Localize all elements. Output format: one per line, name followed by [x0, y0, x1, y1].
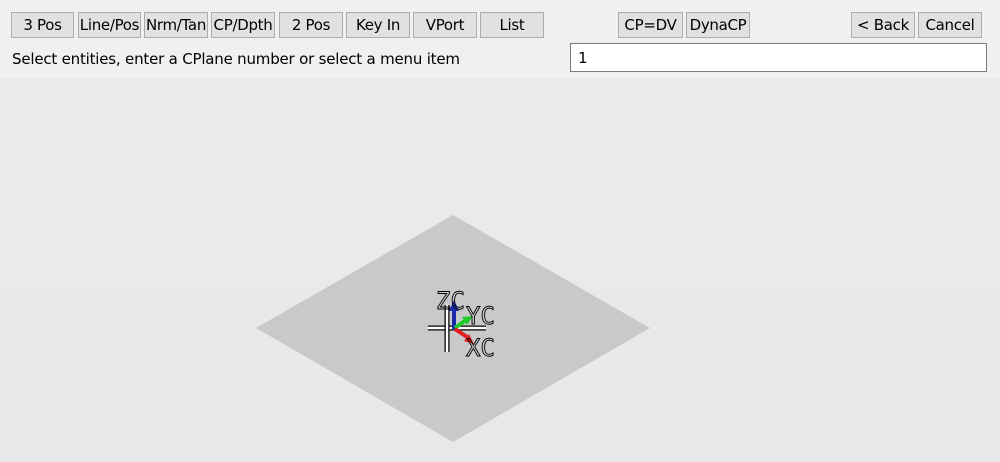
cp-dpth-button[interactable]: CP/Dpth	[211, 12, 275, 38]
nrm-tan-button[interactable]: Nrm/Tan	[144, 12, 208, 38]
vport-button[interactable]: VPort	[413, 12, 477, 38]
key-in-button[interactable]: Key In	[346, 12, 410, 38]
two-pos-button[interactable]: 2 Pos	[279, 12, 343, 38]
graphics-viewport[interactable]: ZC YC XC	[0, 78, 1000, 462]
line-pos-button[interactable]: Line/Pos	[78, 12, 141, 38]
cplane-number-input[interactable]	[570, 43, 987, 72]
dynacp-button[interactable]: DynaCP	[686, 12, 750, 38]
viewport-canvas: ZC YC XC	[256, 215, 650, 442]
z-axis-label: ZC	[436, 287, 465, 315]
y-axis-label: YC	[466, 302, 495, 330]
back-button[interactable]: < Back	[851, 12, 915, 38]
list-button[interactable]: List	[480, 12, 544, 38]
command-prompt: Select entities, enter a CPlane number o…	[12, 50, 460, 68]
x-axis-label: XC	[466, 334, 495, 362]
three-pos-button[interactable]: 3 Pos	[11, 12, 74, 38]
cancel-button[interactable]: Cancel	[918, 12, 982, 38]
command-toolbar: 3 Pos Line/Pos Nrm/Tan CP/Dpth 2 Pos Key…	[0, 0, 1000, 78]
cp-dv-button[interactable]: CP=DV	[618, 12, 683, 38]
